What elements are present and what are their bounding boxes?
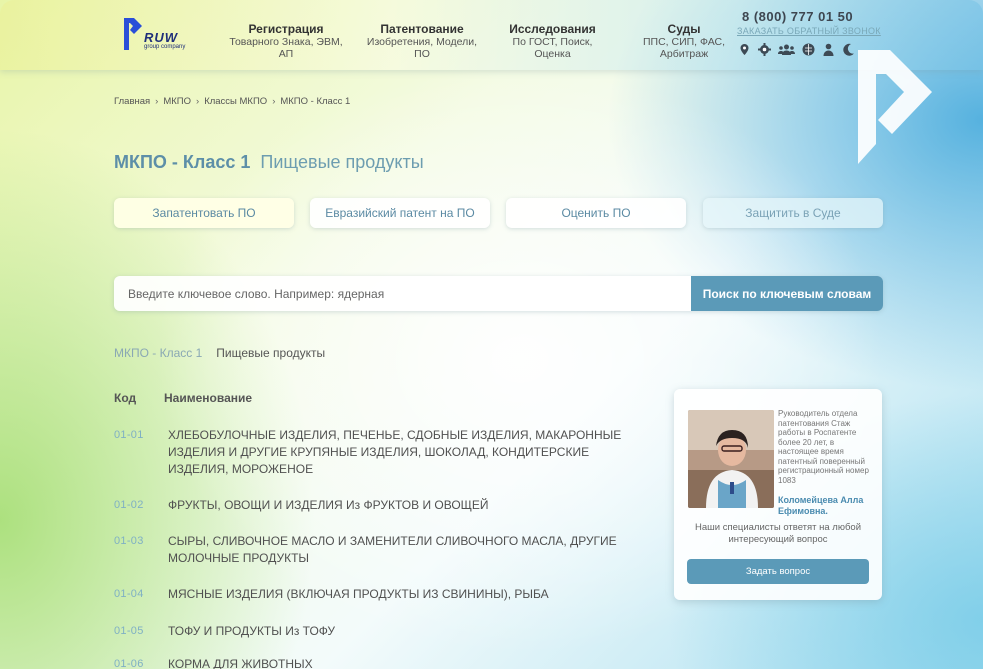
chevron-right-icon: › <box>272 96 276 107</box>
brand-watermark-icon <box>858 50 932 164</box>
nav-registration[interactable]: Регистрация Товарного Знака, ЭВМ, АП <box>228 22 344 60</box>
section-heading-class: МКПО - Класс 1 <box>114 346 203 360</box>
globe-icon[interactable] <box>802 43 815 56</box>
nav-title: Патентование <box>380 22 464 36</box>
expert-card: Руководитель отдела патентования Стаж ра… <box>674 389 882 600</box>
column-header-name: Наименование <box>164 391 253 405</box>
nav-title: Регистрация <box>248 22 324 36</box>
nav-title: Исследования <box>509 22 596 36</box>
row-code: 01-02 <box>114 499 144 511</box>
page-title-name: Пищевые продукты <box>260 152 424 172</box>
site-logo[interactable]: RUW group company <box>122 16 208 56</box>
breadcrumb-classes[interactable]: Классы МКПО <box>204 96 267 107</box>
breadcrumb-mkpo[interactable]: МКПО <box>163 96 191 107</box>
evaluate-software-button[interactable]: Оценить ПО <box>506 198 686 228</box>
expert-note: Наши специалисты ответят на любой интере… <box>694 522 862 545</box>
section-heading-name: Пищевые продукты <box>216 346 326 360</box>
section-heading: МКПО - Класс 1 Пищевые продукты <box>114 346 325 360</box>
site-header: RUW group company Регистрация Товарного … <box>0 0 983 70</box>
header-icons <box>738 43 855 56</box>
ask-question-button[interactable]: Задать вопрос <box>687 559 869 584</box>
expert-description: Руководитель отдела патентования Стаж ра… <box>778 409 869 485</box>
nav-subtitle: Товарного Знака, ЭВМ, АП <box>229 36 343 60</box>
row-name[interactable]: ХЛЕБОБУЛОЧНЫЕ ИЗДЕЛИЯ, ПЕЧЕНЬЕ, СДОБНЫЕ … <box>168 427 638 478</box>
search-input[interactable] <box>114 276 691 311</box>
row-name[interactable]: ФРУКТЫ, ОВОЩИ И ИЗДЕЛИЯ Из ФРУКТОВ И ОВО… <box>168 497 638 514</box>
row-name[interactable]: МЯСНЫЕ ИЗДЕЛИЯ (ВКЛЮЧАЯ ПРОДУКТЫ ИЗ СВИН… <box>168 586 638 603</box>
gear-icon[interactable] <box>758 43 771 56</box>
page: RUW group company Регистрация Товарного … <box>0 0 983 669</box>
row-code: 01-01 <box>114 429 144 441</box>
row-code: 01-05 <box>114 625 144 637</box>
row-code: 01-03 <box>114 535 144 547</box>
nav-patenting[interactable]: Патентование Изобретения, Модели, ПО <box>362 22 482 60</box>
order-call-link[interactable]: ЗАКАЗАТЬ ОБРАТНЫЙ ЗВОНОК <box>737 26 881 36</box>
breadcrumb: Главная › МКПО › Классы МКПО › МКПО - Кл… <box>114 96 350 107</box>
nav-courts[interactable]: Суды ППС, СИП, ФАС, Арбитраж <box>640 22 728 60</box>
page-title: МКПО - Класс 1 Пищевые продукты <box>114 152 424 173</box>
search-button[interactable]: Поиск по ключевым словам <box>691 276 883 311</box>
page-title-class: МКПО - Класс 1 <box>114 152 251 172</box>
defend-in-court-button[interactable]: Защитить в Суде <box>703 198 883 228</box>
nav-subtitle: ППС, СИП, ФАС, Арбитраж <box>642 36 726 60</box>
nav-subtitle: По ГОСТ, Поиск, Оценка <box>512 36 593 60</box>
users-icon[interactable] <box>778 43 795 56</box>
row-code: 01-06 <box>114 658 144 669</box>
expert-photo <box>688 410 774 508</box>
location-icon[interactable] <box>738 43 751 56</box>
chevron-right-icon: › <box>196 96 200 107</box>
row-name[interactable]: КОРМА ДЛЯ ЖИВОТНЫХ <box>168 656 638 669</box>
expert-name: Коломейцева Алла Ефимовна. <box>778 495 864 516</box>
person-icon[interactable] <box>822 43 835 56</box>
logo-text: RUW <box>144 30 179 45</box>
breadcrumb-home[interactable]: Главная <box>114 96 150 107</box>
nav-subtitle: Изобретения, Модели, ПО <box>366 36 478 60</box>
breadcrumb-current: МКПО - Класс 1 <box>280 96 351 107</box>
row-name[interactable]: СЫРЫ, СЛИВОЧНОЕ МАСЛО И ЗАМЕНИТЕЛИ СЛИВО… <box>168 533 638 567</box>
row-name[interactable]: ТОФУ И ПРОДУКТЫ Из ТОФУ <box>168 623 638 640</box>
patent-software-button[interactable]: Запатентовать ПО <box>114 198 294 228</box>
eurasian-patent-button[interactable]: Евразийский патент на ПО <box>310 198 490 228</box>
row-code: 01-04 <box>114 588 144 600</box>
chevron-right-icon: › <box>155 96 159 107</box>
nav-research[interactable]: Исследования По ГОСТ, Поиск, Оценка <box>505 22 600 60</box>
nav-title: Суды <box>667 22 701 36</box>
column-header-code: Код <box>114 391 137 405</box>
logo-mark-icon <box>124 18 142 50</box>
keyword-search: Поиск по ключевым словам <box>114 276 883 311</box>
logo-subtitle: group company <box>144 44 186 50</box>
phone-number[interactable]: 8 (800) 777 01 50 <box>742 9 853 24</box>
